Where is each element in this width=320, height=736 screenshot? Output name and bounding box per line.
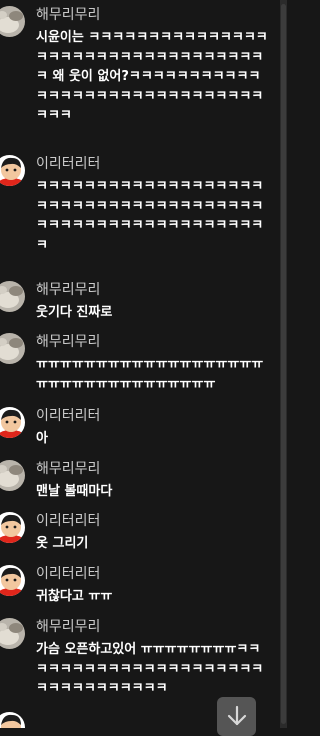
avatar-cat-photo[interactable] <box>0 333 25 364</box>
avatar-cartoon-boy[interactable] <box>0 565 25 596</box>
message-text: ㅋㅋㅋㅋㅋㅋㅋㅋㅋㅋㅋㅋㅋㅋㅋㅋㅋㅋㅋㅋㅋㅋㅋㅋㅋㅋㅋㅋㅋㅋㅋㅋㅋㅋㅋㅋㅋㅋㅋㅋ… <box>36 179 264 253</box>
message-text: 웃기다 진짜로 <box>36 305 113 320</box>
message-text: 귀찮다고 ㅠㅠ <box>36 589 113 604</box>
sender-name: 이리터리터 <box>36 566 101 582</box>
avatar-cartoon-boy[interactable] <box>0 407 25 438</box>
avatar-cat-photo[interactable] <box>0 6 25 37</box>
sender-name: 이리터리터 <box>36 513 101 529</box>
arrow-down-icon <box>227 705 246 726</box>
scroll-to-bottom-button[interactable] <box>217 697 256 736</box>
message-text: 가슴 오픈하고있어 ㅠㅠㅠㅠㅠㅠㅠㅠㅋㅋㅋㅋㅋㅋㅋㅋㅋㅋㅋㅋㅋㅋㅋㅋㅋㅋㅋㅋㅋㅋ… <box>36 642 264 696</box>
sender-name: 해무리무리 <box>36 7 101 23</box>
avatar-cartoon-boy[interactable] <box>0 712 25 728</box>
sender-name: 이리터리터 <box>36 156 101 172</box>
message-text: 아 <box>36 431 48 446</box>
message-text: 시윤이는 ㅋㅋㅋㅋㅋㅋㅋㅋㅋㅋㅋㅋㅋㅋㅋㅋㅋㅋㅋㅋㅋㅋㅋㅋㅋㅋㅋㅋㅋㅋㅋㅋㅋㅋㅋ… <box>36 30 268 123</box>
avatar-cat-photo[interactable] <box>0 460 25 491</box>
avatar-cat-photo[interactable] <box>0 281 25 312</box>
avatar-cartoon-boy[interactable] <box>0 155 25 186</box>
avatar-cat-photo[interactable] <box>0 618 25 649</box>
scrollbar-thumb[interactable] <box>281 4 286 724</box>
sender-name: 해무리무리 <box>36 334 101 350</box>
sender-name: 해무리무리 <box>36 461 101 477</box>
message-text: 옷 그리기 <box>36 536 89 551</box>
message-text: 맨날 볼때마다 <box>36 484 113 499</box>
sender-name: 해무리무리 <box>36 619 101 635</box>
avatar-cartoon-boy[interactable] <box>0 512 25 543</box>
chat-message-list[interactable]: 해무리무리 시윤이는 ㅋㅋㅋㅋㅋㅋㅋㅋㅋㅋㅋㅋㅋㅋㅋㅋㅋㅋㅋㅋㅋㅋㅋㅋㅋㅋㅋㅋㅋ… <box>0 0 280 728</box>
sender-name: 해무리무리 <box>36 282 101 298</box>
scrollbar[interactable] <box>280 0 287 728</box>
message-text: ㅠㅠㅠㅠㅠㅠㅠㅠㅠㅠㅠㅠㅠㅠㅠㅠㅠㅠㅠㅠㅠㅠㅠㅠㅠㅠㅠㅠㅠㅠㅠㅠㅠㅠ <box>36 357 264 392</box>
sender-name: 이리터리터 <box>36 408 101 424</box>
